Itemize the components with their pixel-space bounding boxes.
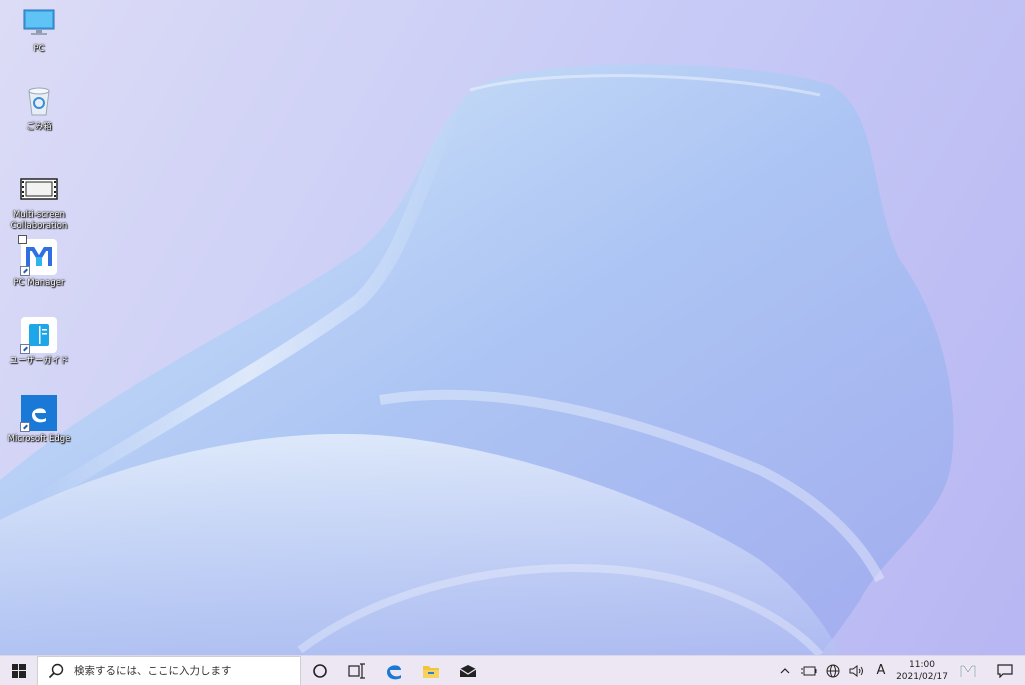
pc-monitor-icon xyxy=(20,4,58,42)
shortcut-arrow-icon xyxy=(20,422,30,432)
selection-checkbox-icon[interactable] xyxy=(18,235,27,244)
clock-time: 11:00 xyxy=(909,659,935,670)
desktop-icon-label: PC Manager xyxy=(13,278,65,288)
user-guide-book-icon xyxy=(20,316,58,354)
system-tray: A 11:00 2021/02/17 xyxy=(773,656,1025,685)
desktop-icon-multi-screen[interactable]: Multi-screen Collaboration xyxy=(4,170,74,232)
taskbar-clock[interactable]: 11:00 2021/02/17 xyxy=(893,659,951,683)
search-placeholder: 検索するには、ここに入力します xyxy=(74,665,232,677)
desktop-icon-pc[interactable]: PC xyxy=(4,4,74,55)
desktop-icon-microsoft-edge[interactable]: Microsoft Edge xyxy=(4,394,74,445)
clock-date: 2021/02/17 xyxy=(896,671,948,682)
pc-manager-logo-icon xyxy=(18,235,58,276)
desktop-icon-recycle-bin[interactable]: ごみ箱 xyxy=(4,82,74,133)
show-hidden-icons-chevron-icon[interactable] xyxy=(773,656,797,685)
search-icon xyxy=(48,663,64,678)
task-view-button[interactable] xyxy=(338,656,375,685)
edge-browser-icon xyxy=(20,394,58,432)
desktop-icon-pc-manager[interactable]: PC Manager xyxy=(4,235,74,289)
windows-logo-icon xyxy=(11,663,26,678)
desktop-icon-label: ごみ箱 xyxy=(26,122,52,132)
cortana-circle-icon xyxy=(312,663,327,678)
mail-button[interactable] xyxy=(449,656,486,685)
action-center-notification-icon[interactable] xyxy=(985,656,1025,685)
edge-icon xyxy=(386,664,401,679)
desktop-icon-label: Multi-screen Collaboration xyxy=(10,210,68,231)
shortcut-arrow-icon xyxy=(20,344,30,354)
start-button[interactable] xyxy=(0,656,37,685)
shortcut-arrow-icon xyxy=(20,266,30,276)
desktop-icon-user-guide[interactable]: ユーザーガイド xyxy=(4,316,74,367)
mail-icon xyxy=(459,664,476,677)
desktop-icon-label: Microsoft Edge xyxy=(7,434,71,444)
taskbar: 検索するには、ここに入力します A 11:00 2021/02/17 xyxy=(0,655,1025,685)
pc-manager-tray-icon[interactable] xyxy=(951,656,985,685)
film-strip-icon xyxy=(20,170,58,208)
wallpaper-image xyxy=(0,64,954,655)
network-globe-icon[interactable] xyxy=(821,656,845,685)
desktop-icon-label: ユーザーガイド xyxy=(9,356,69,366)
task-view-icon xyxy=(347,662,365,679)
ime-input-mode[interactable]: A xyxy=(869,656,893,685)
ime-mode-label: A xyxy=(876,663,886,678)
desktop-icon-label: PC xyxy=(33,44,45,54)
cortana-button[interactable] xyxy=(301,656,338,685)
recycle-bin-icon xyxy=(20,82,58,120)
volume-speaker-icon[interactable] xyxy=(845,656,869,685)
battery-power-icon[interactable] xyxy=(797,656,821,685)
file-explorer-icon xyxy=(422,665,439,678)
taskbar-search-box[interactable]: 検索するには、ここに入力します xyxy=(37,655,301,685)
file-explorer-button[interactable] xyxy=(412,656,449,685)
taskbar-edge-button[interactable] xyxy=(375,656,412,685)
desktop[interactable]: PC ごみ箱 Multi-screen Collaboration PC Man… xyxy=(0,0,1025,655)
